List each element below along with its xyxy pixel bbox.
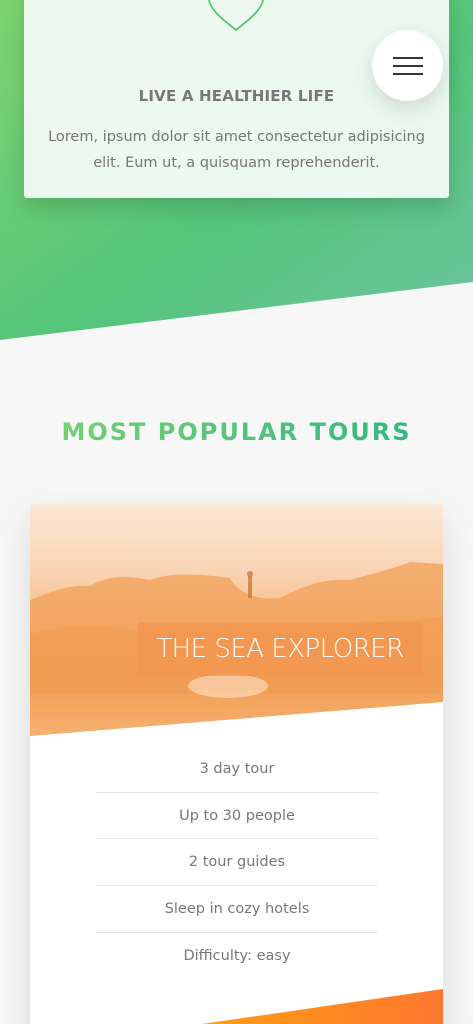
list-item: Up to 30 people	[96, 793, 378, 840]
tour-heading: THE SEA EXPLORER	[138, 622, 422, 676]
tour-details-list: 3 day tour Up to 30 people 2 tour guides…	[96, 746, 378, 979]
menu-button[interactable]	[372, 30, 443, 101]
tour-card[interactable]: THE SEA EXPLORER 3 day tour Up to 30 peo…	[30, 504, 443, 1024]
tour-picture: THE SEA EXPLORER	[30, 504, 443, 736]
list-item: Difficulty: easy	[183, 947, 291, 964]
list-item: Sleep in cozy hotels	[96, 886, 378, 933]
feature-box: LIVE A HEALTHIER LIFE Lorem, ipsum dolor…	[24, 0, 449, 198]
feature-text: Lorem, ipsum dolor sit amet consectetur …	[48, 129, 425, 171]
list-item: 2 tour guides	[96, 839, 378, 887]
tour-card-bottom-band	[30, 989, 443, 1024]
section-title: MOST POPULAR TOURS	[0, 418, 473, 446]
heart-icon	[207, 0, 265, 32]
list-item: 3 day tour	[96, 746, 378, 793]
